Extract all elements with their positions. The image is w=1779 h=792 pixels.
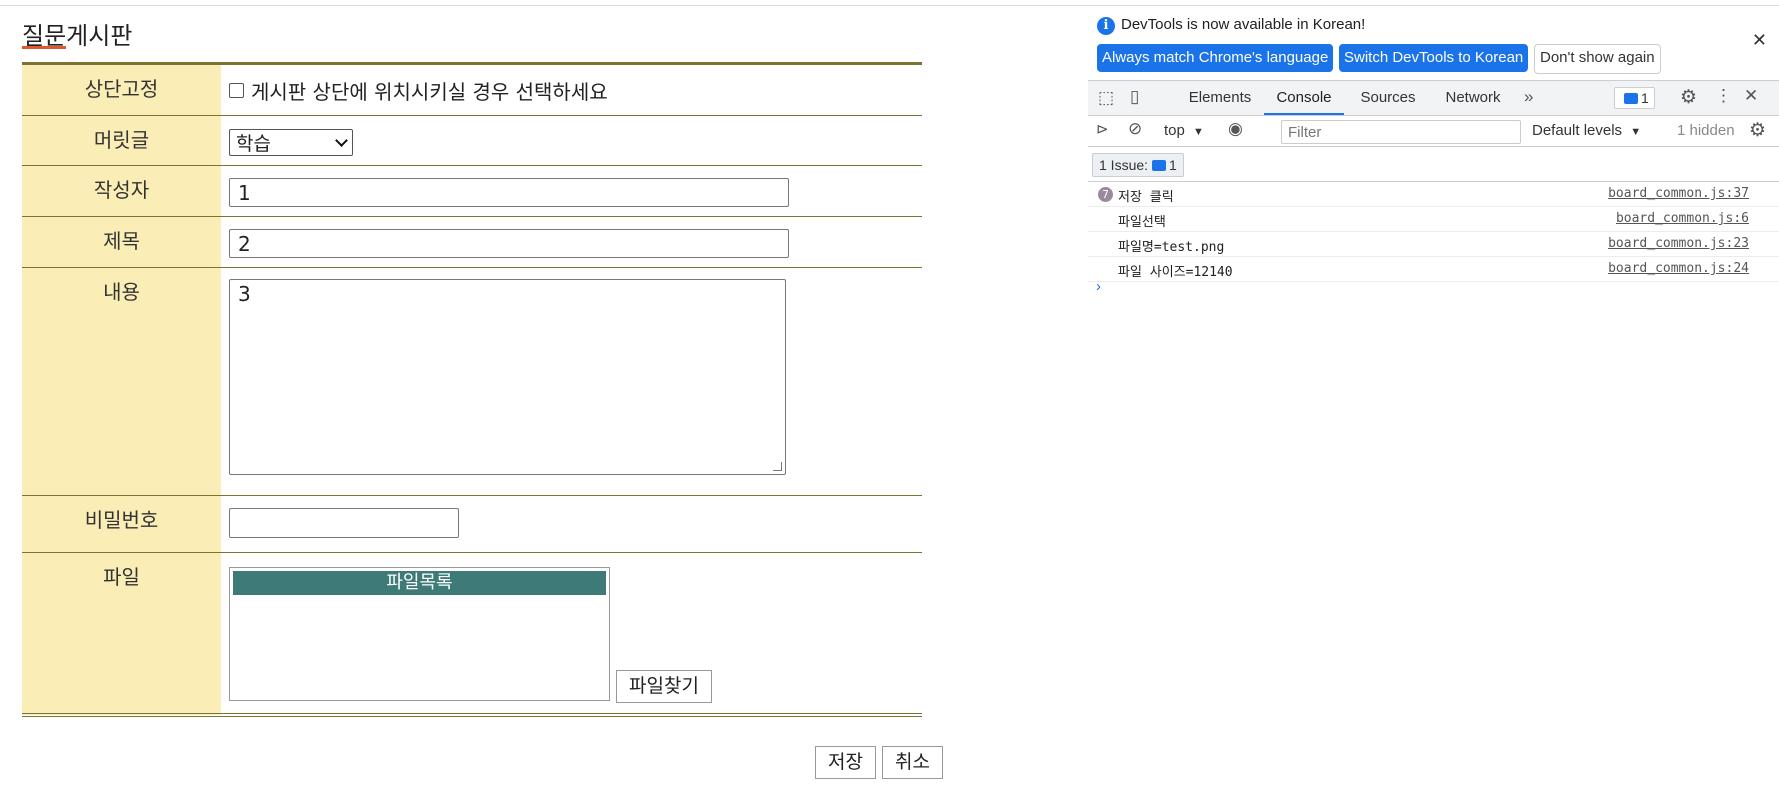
row-subject: 제목 2 (22, 216, 922, 268)
devtools-panel: i DevTools is now available in Korean! ✕… (1088, 6, 1779, 792)
issues-counter[interactable]: 1 (1614, 87, 1655, 109)
source-link[interactable]: board_common.js:24 (1608, 261, 1749, 276)
dropdown-arrow-icon: ▼ (1630, 126, 1642, 138)
source-link[interactable]: board_common.js:6 (1616, 211, 1749, 226)
issues-bar: 1 Issue: 1 (1088, 148, 1779, 182)
issues-chip[interactable]: 1 Issue: 1 (1092, 153, 1184, 177)
dont-show-again-button[interactable]: Don't show again (1534, 44, 1661, 74)
infobar-message: DevTools is now available in Korean! (1121, 16, 1366, 33)
console-row: 파일명=test.png board_common.js:23 (1088, 232, 1779, 257)
close-devtools-icon[interactable]: ✕ (1744, 86, 1758, 106)
content-value: 3 (238, 282, 251, 306)
form-actions: 저장 취소 (815, 746, 943, 779)
file-list[interactable]: 파일목록 (229, 567, 610, 701)
file-label: 파일 (22, 552, 221, 715)
device-toolbar-icon[interactable]: ▯ (1130, 87, 1139, 107)
file-find-button[interactable]: 파일찾기 (616, 670, 712, 703)
tab-console[interactable]: Console (1264, 81, 1344, 115)
console-row: 파일선택 board_common.js:6 (1088, 207, 1779, 232)
console-message: 파일선택 (1118, 215, 1166, 230)
repeat-count-badge: 7 (1098, 187, 1113, 202)
pin-checkbox[interactable] (229, 82, 244, 98)
file-list-header: 파일목록 (233, 571, 606, 595)
console-settings-gear-icon[interactable]: ⚙ (1749, 119, 1766, 142)
save-button[interactable]: 저장 (815, 746, 876, 779)
pin-label: 상단고정 (22, 63, 221, 116)
console-toolbar: ⊳ ⊘ top ▼ ◉ Filter Default levels ▼ 1 hi… (1088, 116, 1779, 147)
always-match-language-button[interactable]: Always match Chrome's language (1097, 44, 1334, 72)
category-select[interactable]: 학습 (229, 129, 353, 156)
author-label: 작성자 (22, 165, 221, 217)
tab-sources[interactable]: Sources (1348, 81, 1428, 115)
row-password: 비밀번호 (22, 495, 922, 553)
tab-network[interactable]: Network (1432, 81, 1514, 115)
devtools-tabbar: ⬚ ▯ Elements Console Sources Network » 1… (1088, 80, 1779, 116)
console-row: 파일 사이즈=12140 board_common.js:24 (1088, 257, 1779, 282)
info-icon: i (1097, 17, 1115, 35)
row-file: 파일 파일목록 파일찾기 (22, 552, 922, 715)
subject-input[interactable]: 2 (229, 229, 789, 258)
resize-handle-icon[interactable] (773, 462, 782, 471)
row-author: 작성자 1 (22, 165, 922, 217)
clear-console-icon[interactable]: ⊘ (1128, 119, 1142, 139)
inspect-element-icon[interactable]: ⬚ (1098, 88, 1114, 108)
settings-gear-icon[interactable]: ⚙ (1680, 86, 1697, 109)
cancel-button[interactable]: 취소 (881, 746, 943, 779)
sidebar-toggle-icon[interactable]: ⊳ (1096, 120, 1109, 138)
switch-to-korean-button[interactable]: Switch DevTools to Korean (1339, 44, 1529, 72)
title-underline (22, 46, 66, 49)
content-label: 내용 (22, 267, 221, 496)
author-input[interactable]: 1 (229, 178, 789, 207)
category-value: 학습 (236, 133, 271, 155)
source-link[interactable]: board_common.js:37 (1608, 186, 1749, 201)
pin-text: 게시판 상단에 위치시키실 경우 선택하세요 (251, 79, 608, 104)
content-textarea[interactable]: 3 (229, 279, 786, 475)
row-content: 내용 3 (22, 267, 922, 496)
more-tabs-icon[interactable]: » (1524, 87, 1533, 107)
console-message: 저장 클릭 (1118, 190, 1174, 205)
console-messages: 7 저장 클릭 board_common.js:37 파일선택 board_co… (1088, 182, 1779, 295)
chevron-down-icon (335, 134, 348, 147)
eye-icon[interactable]: ◉ (1228, 119, 1243, 139)
console-message: 파일 사이즈=12140 (1118, 265, 1233, 280)
hidden-count: 1 hidden (1677, 122, 1735, 139)
source-link[interactable]: board_common.js:23 (1608, 236, 1749, 251)
language-infobar: i DevTools is now available in Korean! ✕… (1088, 6, 1779, 79)
filter-input[interactable]: Filter (1281, 120, 1521, 144)
message-icon (1152, 160, 1167, 171)
row-category: 머릿글 학습 (22, 115, 922, 166)
message-icon (1624, 93, 1638, 104)
row-pin: 상단고정 게시판 상단에 위치시키실 경우 선택하세요 (22, 63, 922, 116)
password-label: 비밀번호 (22, 495, 221, 553)
console-prompt-chevron-icon[interactable]: › (1096, 278, 1101, 295)
log-levels-dropdown[interactable]: Default levels ▼ (1532, 122, 1641, 139)
password-input[interactable] (229, 508, 459, 538)
console-row: 7 저장 클릭 board_common.js:37 (1088, 182, 1779, 207)
tab-elements[interactable]: Elements (1180, 81, 1260, 115)
kebab-menu-icon[interactable]: ⋮ (1715, 86, 1732, 106)
console-message: 파일명=test.png (1118, 240, 1225, 255)
dropdown-arrow-icon: ▼ (1193, 126, 1204, 138)
board-form: 상단고정 게시판 상단에 위치시키실 경우 선택하세요 머릿글 학습 작성자 1 (22, 62, 922, 717)
context-selector[interactable]: top ▼ (1164, 122, 1204, 139)
close-icon[interactable]: ✕ (1752, 30, 1767, 51)
category-label: 머릿글 (22, 115, 221, 166)
subject-label: 제목 (22, 216, 221, 268)
board-page: 질문게시판 상단고정 게시판 상단에 위치시키실 경우 선택하세요 머릿글 학습… (0, 0, 1088, 792)
